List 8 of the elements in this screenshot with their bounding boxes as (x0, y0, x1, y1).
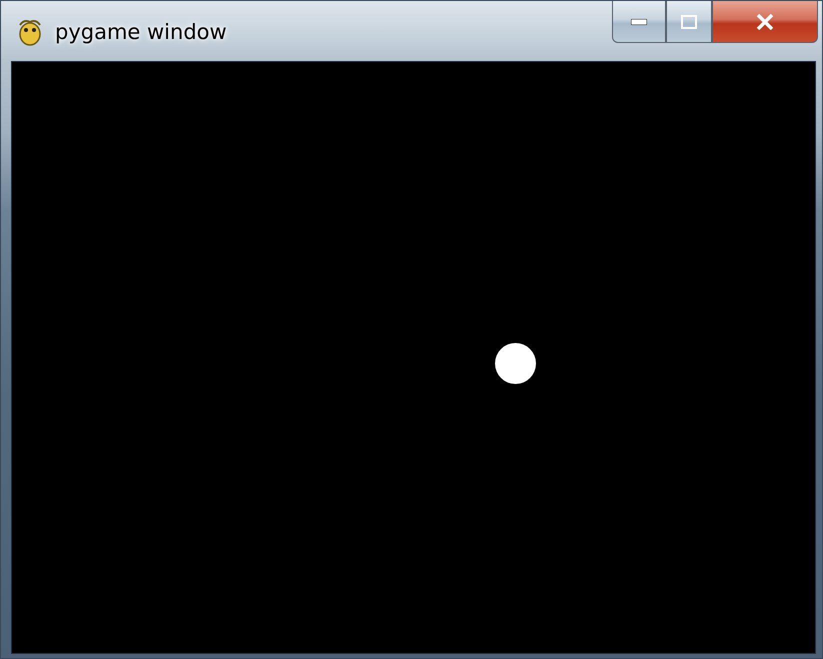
minimize-icon (631, 18, 647, 24)
window-title: pygame window (55, 20, 227, 44)
maximize-icon (681, 14, 697, 28)
maximize-button[interactable] (666, 1, 712, 43)
ball (495, 343, 536, 384)
close-icon (756, 14, 774, 30)
minimize-button[interactable] (612, 1, 666, 43)
close-button[interactable] (712, 1, 818, 43)
